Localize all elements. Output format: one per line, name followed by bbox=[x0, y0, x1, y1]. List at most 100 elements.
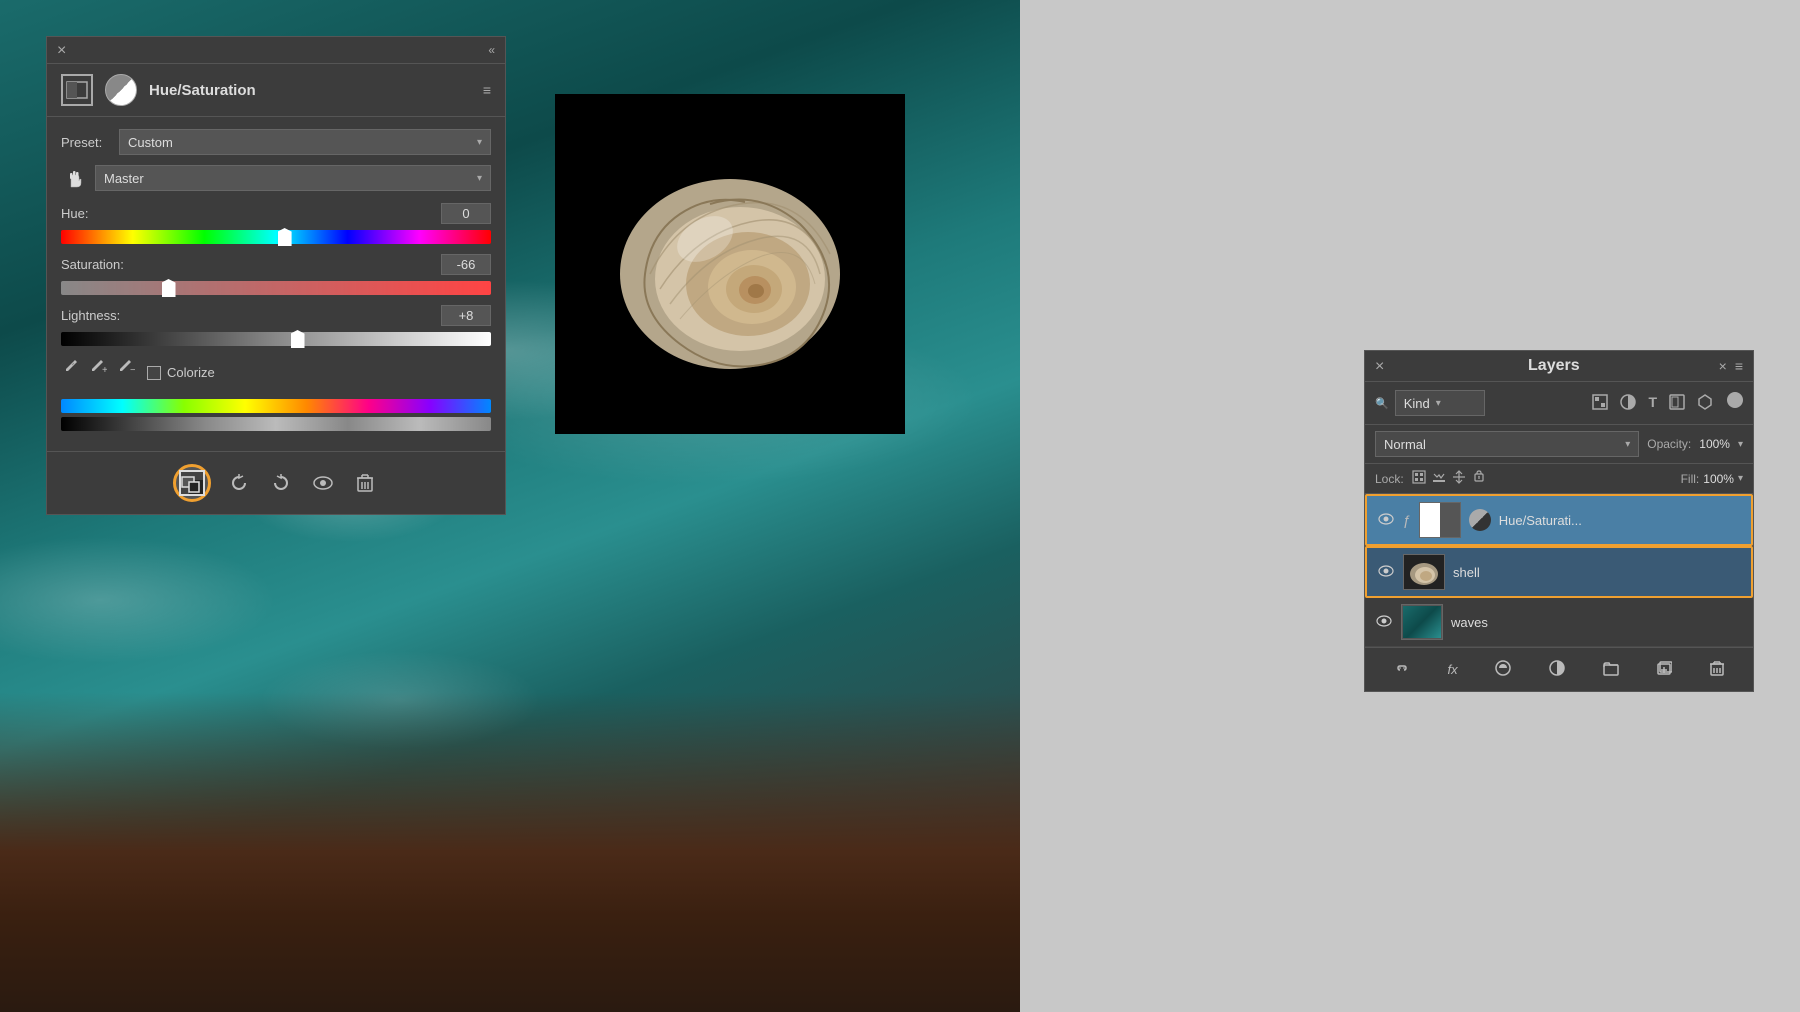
svg-text:−: − bbox=[130, 365, 135, 374]
pixel-filter-icon[interactable] bbox=[1588, 392, 1612, 415]
master-dropdown[interactable]: Master ▾ bbox=[95, 165, 491, 191]
panel-title: Hue/Saturation bbox=[149, 82, 256, 99]
panel-content: Preset: Custom ▾ Master ▾ bbox=[47, 117, 505, 443]
sample-icon[interactable] bbox=[61, 356, 81, 381]
hue-section: Hue: 0 bbox=[61, 203, 491, 244]
fill-value[interactable]: 100% bbox=[1703, 472, 1734, 486]
saturation-section: Saturation: -66 bbox=[61, 254, 491, 295]
layer-name-waves: waves bbox=[1451, 615, 1743, 630]
add-sample-icon[interactable]: + bbox=[89, 356, 109, 381]
preset-label: Preset: bbox=[61, 135, 111, 150]
add-mask-button[interactable] bbox=[1489, 656, 1517, 683]
create-new-layer-button[interactable] bbox=[1650, 656, 1678, 683]
delete-layer-button[interactable] bbox=[1704, 656, 1730, 683]
layers-panel: × Layers × ≡ 🔍 Kind ▾ bbox=[1364, 350, 1754, 692]
hue-sat-thumbnail bbox=[1419, 502, 1461, 538]
delete-button[interactable] bbox=[351, 469, 379, 497]
layer-item-shell[interactable]: shell bbox=[1365, 546, 1753, 598]
shell-thumbnail bbox=[1403, 554, 1445, 590]
search-icon: 🔍 bbox=[1375, 397, 1389, 410]
blend-mode-dropdown[interactable]: Normal ▾ bbox=[1375, 431, 1639, 457]
layers-collapse-button[interactable]: × bbox=[1719, 358, 1727, 374]
lightness-gradient bbox=[61, 332, 491, 346]
subtract-sample-icon[interactable]: − bbox=[117, 356, 137, 381]
lock-pixels-icon[interactable] bbox=[1412, 470, 1426, 487]
master-value: Master bbox=[104, 171, 144, 186]
properties-collapse-button[interactable]: « bbox=[488, 43, 495, 57]
colorize-row: Colorize bbox=[147, 365, 215, 380]
lock-image-icon[interactable] bbox=[1432, 470, 1446, 487]
saturation-value[interactable]: -66 bbox=[441, 254, 491, 275]
link-layers-button[interactable] bbox=[1388, 656, 1416, 683]
fill-label: Fill: bbox=[1681, 472, 1700, 486]
hue-thumb[interactable] bbox=[278, 228, 292, 246]
layers-bottom-toolbar: fx bbox=[1365, 647, 1753, 691]
add-adjustment-button[interactable] bbox=[1543, 656, 1571, 683]
lightness-thumb[interactable] bbox=[291, 330, 305, 348]
color-bars bbox=[61, 399, 491, 431]
lock-artboard-icon[interactable] bbox=[1472, 470, 1486, 487]
layers-title-left: × bbox=[1375, 359, 1389, 373]
panel-menu-button[interactable]: ≡ bbox=[483, 82, 491, 98]
filter-kind-dropdown[interactable]: Kind ▾ bbox=[1395, 390, 1485, 416]
reset-button[interactable] bbox=[267, 469, 295, 497]
layers-close-button[interactable]: × bbox=[1375, 359, 1389, 373]
hue-value[interactable]: 0 bbox=[441, 203, 491, 224]
hue-gradient bbox=[61, 230, 491, 244]
clip-icon bbox=[179, 470, 205, 496]
layer-item-waves[interactable]: waves bbox=[1365, 598, 1753, 647]
layer-clip-indicator: ƒ bbox=[1403, 512, 1411, 528]
fill-dropdown-icon[interactable]: ▾ bbox=[1738, 473, 1743, 484]
layers-filter-row: 🔍 Kind ▾ T bbox=[1365, 382, 1753, 425]
filter-dropdown-chevron-icon: ▾ bbox=[1436, 398, 1441, 409]
adjusted-spectrum-bar bbox=[61, 417, 491, 431]
lightness-value[interactable]: +8 bbox=[441, 305, 491, 326]
saturation-gradient bbox=[61, 281, 491, 295]
preset-dropdown[interactable]: Custom ▾ bbox=[119, 129, 491, 155]
opacity-row: Opacity: 100% ▾ bbox=[1647, 435, 1743, 453]
opacity-value[interactable]: 100% bbox=[1695, 435, 1734, 453]
saturation-header: Saturation: -66 bbox=[61, 254, 491, 275]
layer-name-hue-saturation: Hue/Saturati... bbox=[1499, 513, 1741, 528]
visibility-button[interactable] bbox=[309, 469, 337, 497]
filter-toggle-button[interactable] bbox=[1727, 392, 1743, 408]
fill-area: Fill: 100% ▾ bbox=[1681, 472, 1743, 486]
lightness-header: Lightness: +8 bbox=[61, 305, 491, 326]
properties-bottom-toolbar bbox=[47, 451, 505, 514]
reset-to-previous-button[interactable] bbox=[225, 469, 253, 497]
hue-slider[interactable] bbox=[61, 230, 491, 244]
preset-chevron-icon: ▾ bbox=[477, 137, 482, 148]
colorize-checkbox[interactable] bbox=[147, 366, 161, 380]
lightness-label: Lightness: bbox=[61, 308, 120, 323]
layer-visibility-icon-0[interactable] bbox=[1377, 512, 1395, 528]
titlebar-left: × bbox=[57, 43, 71, 57]
target-adjustment-icon[interactable] bbox=[61, 165, 87, 191]
layer-fx-button[interactable]: fx bbox=[1442, 658, 1464, 681]
hue-sat-adjustment-icon bbox=[1469, 509, 1491, 531]
lock-position-icon[interactable] bbox=[1452, 470, 1466, 487]
hue-label: Hue: bbox=[61, 206, 88, 221]
create-group-button[interactable] bbox=[1597, 656, 1625, 683]
hue-spectrum-bar bbox=[61, 399, 491, 413]
saturation-thumb[interactable] bbox=[162, 279, 176, 297]
lightness-section: Lightness: +8 bbox=[61, 305, 491, 346]
layers-title-right: × ≡ bbox=[1719, 358, 1743, 374]
layer-item-hue-saturation[interactable]: ƒ Hue/Saturati... bbox=[1365, 494, 1753, 546]
blend-mode-value: Normal bbox=[1384, 437, 1426, 452]
saturation-slider[interactable] bbox=[61, 281, 491, 295]
smart-object-filter-icon[interactable] bbox=[1693, 392, 1717, 415]
lock-row: Lock: bbox=[1365, 464, 1753, 494]
layer-visibility-icon-2[interactable] bbox=[1375, 614, 1393, 630]
type-filter-icon[interactable]: T bbox=[1644, 392, 1661, 415]
adjustment-filter-icon[interactable] bbox=[1616, 392, 1640, 415]
preset-row: Preset: Custom ▾ bbox=[61, 129, 491, 155]
tools-row: + − Colorize bbox=[61, 356, 491, 389]
properties-close-button[interactable]: × bbox=[57, 43, 71, 57]
lightness-slider[interactable] bbox=[61, 332, 491, 346]
clip-to-layer-button[interactable] bbox=[173, 464, 211, 502]
opacity-dropdown-icon[interactable]: ▾ bbox=[1738, 439, 1743, 450]
shape-filter-icon[interactable] bbox=[1665, 392, 1689, 415]
eyedropper-tools: + − bbox=[61, 356, 137, 381]
layer-visibility-icon-1[interactable] bbox=[1377, 564, 1395, 580]
layers-menu-button[interactable]: ≡ bbox=[1735, 358, 1743, 374]
